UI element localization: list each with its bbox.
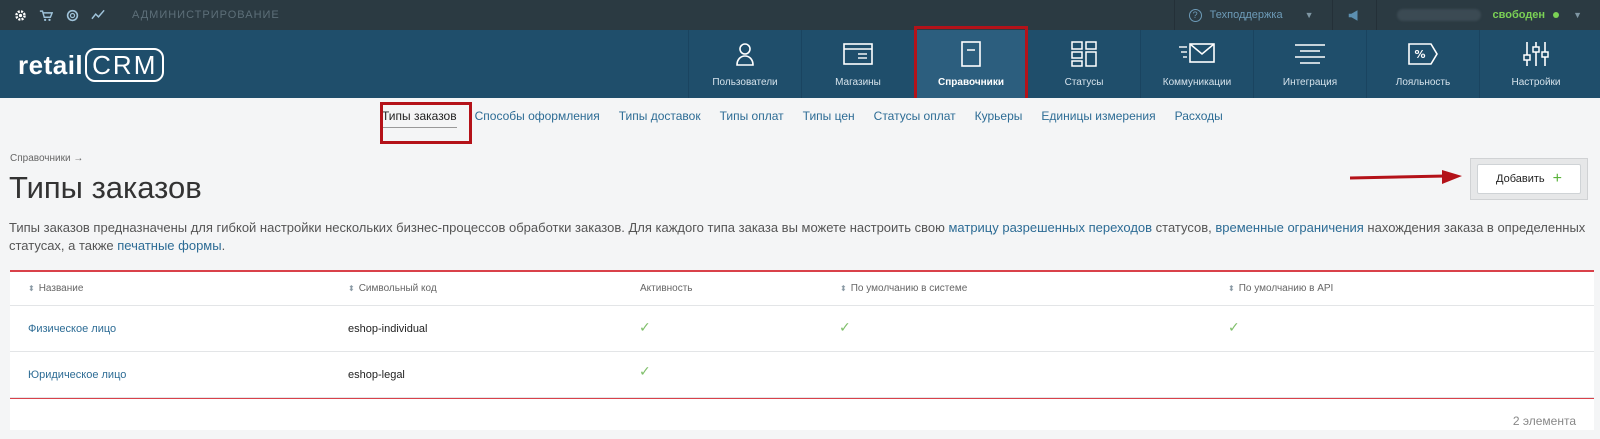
- logo-crm: CRM: [85, 48, 165, 82]
- table-header: ⬍ Название ⬍ Символьный код Активность ⬍ По…: [10, 272, 1594, 306]
- nav-integration[interactable]: Интеграция: [1253, 30, 1366, 98]
- desc-text: статусов,: [1152, 220, 1216, 235]
- settings-sliders-icon: [1522, 40, 1550, 68]
- order-types-table: ⬍ Название ⬍ Символьный код Активность ⬍ По…: [10, 270, 1594, 430]
- row-code: eshop-legal: [348, 369, 405, 381]
- tab-price-types[interactable]: Типы цен: [803, 109, 855, 128]
- sort-icon: ⬍: [28, 284, 35, 293]
- col-default-system-header[interactable]: ⬍ По умолчанию в системе: [840, 283, 967, 294]
- nav-label: Настройки: [1511, 77, 1561, 88]
- page-description: Типы заказов предназначены для гибкой на…: [9, 219, 1589, 255]
- tab-payment-types[interactable]: Типы оплат: [720, 109, 784, 128]
- nav-label: Справочники: [938, 77, 1004, 88]
- main-nav: Пользователи Магазины Справочники Статус…: [688, 30, 1592, 98]
- main-header: retail CRM Пользователи Магазины Справочн…: [0, 30, 1600, 98]
- breadcrumb[interactable]: Справочники →: [10, 153, 83, 164]
- col-name-header[interactable]: ⬍ Название: [28, 283, 83, 294]
- nav-communications[interactable]: Коммуникации: [1140, 30, 1253, 98]
- sort-icon: ⬍: [1228, 284, 1235, 293]
- nav-label: Коммуникации: [1162, 77, 1232, 88]
- topbar-right: ? Техподдержка ▼ свободен ▼: [1173, 0, 1600, 30]
- transitions-matrix-link[interactable]: матрицу разрешенных переходов: [948, 220, 1152, 235]
- add-button[interactable]: Добавить +: [1477, 164, 1581, 194]
- add-button-label: Добавить: [1496, 173, 1545, 185]
- add-button-wrapper: Добавить +: [1470, 158, 1588, 200]
- support-label: Техподдержка: [1209, 9, 1283, 21]
- col-label: Символьный код: [358, 283, 437, 294]
- question-icon: ?: [1188, 8, 1202, 22]
- svg-text:%: %: [1414, 48, 1425, 61]
- table-row[interactable]: Юридическое лицо eshop-legal ✓: [10, 352, 1594, 398]
- nav-statuses[interactable]: Статусы: [1027, 30, 1140, 98]
- sub-nav: Типы заказов Способы оформления Типы дос…: [0, 98, 1600, 136]
- gear-icon[interactable]: [10, 5, 30, 25]
- loyalty-icon: %: [1407, 40, 1439, 68]
- user-menu[interactable]: свободен ▼: [1377, 0, 1600, 30]
- user-icon: [734, 40, 756, 68]
- sort-icon: ⬍: [840, 284, 847, 293]
- desc-text: .: [221, 238, 226, 253]
- nav-stores[interactable]: Магазины: [801, 30, 914, 98]
- tab-delivery-types[interactable]: Типы доставок: [619, 109, 701, 128]
- check-icon: ✓: [1228, 319, 1240, 335]
- col-active-header: Активность: [640, 283, 693, 294]
- logo-text: retail: [18, 50, 84, 80]
- table-bottom-border: [10, 398, 1594, 399]
- reference-book-icon: [960, 40, 982, 68]
- row-code: eshop-individual: [348, 323, 428, 335]
- check-icon: ✓: [839, 319, 851, 335]
- user-status: свободен: [1492, 9, 1546, 21]
- col-code-header[interactable]: ⬍ Символьный код: [348, 283, 437, 294]
- col-label: По умолчанию в API: [1238, 283, 1334, 294]
- communications-icon: [1179, 40, 1215, 68]
- print-forms-link[interactable]: печатные формы: [117, 238, 221, 253]
- nav-users[interactable]: Пользователи: [688, 30, 801, 98]
- statuses-icon: [1071, 40, 1097, 68]
- retailcrm-logo[interactable]: retail CRM: [18, 48, 165, 82]
- time-limits-link[interactable]: временные ограничения: [1215, 220, 1363, 235]
- sort-icon: ⬍: [348, 284, 355, 293]
- support-lifebuoy-icon[interactable]: [62, 5, 82, 25]
- col-default-api-header[interactable]: ⬍ По умолчанию в API: [1228, 283, 1333, 294]
- user-name-blurred: [1396, 9, 1481, 21]
- nav-label: Интеграция: [1282, 77, 1338, 88]
- tab-units[interactable]: Единицы измерения: [1041, 109, 1155, 128]
- table-row[interactable]: Физическое лицо eshop-individual ✓ ✓ ✓: [10, 306, 1594, 352]
- top-utility-bar: АДМИНИСТРИРОВАНИЕ ? Техподдержка ▼ свобо…: [0, 0, 1600, 30]
- chevron-down-icon: ▼: [1573, 10, 1582, 20]
- check-icon: ✓: [639, 363, 651, 379]
- nav-label: Статусы: [1064, 77, 1104, 88]
- tab-payment-statuses[interactable]: Статусы оплат: [874, 109, 956, 128]
- status-dot-icon: [1553, 12, 1560, 18]
- admin-label[interactable]: АДМИНИСТРИРОВАНИЕ: [132, 9, 280, 21]
- nav-label: Лояльность: [1395, 77, 1451, 88]
- row-name-link[interactable]: Физическое лицо: [28, 323, 116, 335]
- nav-loyalty[interactable]: % Лояльность: [1366, 30, 1479, 98]
- tab-order-types[interactable]: Типы заказов: [382, 109, 457, 128]
- tab-checkout-methods[interactable]: Способы оформления: [475, 109, 600, 128]
- pointer-arrow-icon: [1350, 170, 1462, 184]
- megaphone-icon[interactable]: [1333, 0, 1377, 30]
- cart-icon[interactable]: [36, 5, 56, 25]
- analytics-icon[interactable]: [88, 5, 108, 25]
- nav-references[interactable]: Справочники: [914, 30, 1027, 98]
- integration-icon: [1294, 40, 1326, 68]
- desc-text: Типы заказов предназначены для гибкой на…: [9, 220, 949, 235]
- store-icon: [843, 40, 873, 68]
- col-label: Название: [38, 283, 84, 294]
- row-name-link[interactable]: Юридическое лицо: [28, 369, 126, 381]
- support-menu[interactable]: ? Техподдержка ▼: [1173, 0, 1333, 30]
- nav-label: Пользователи: [712, 77, 778, 88]
- plus-icon: +: [1552, 170, 1562, 187]
- nav-settings[interactable]: Настройки: [1479, 30, 1592, 98]
- quick-icons: АДМИНИСТРИРОВАНИЕ: [0, 5, 280, 25]
- tab-couriers[interactable]: Курьеры: [975, 109, 1023, 128]
- chevron-down-icon: ▼: [1304, 10, 1314, 20]
- page-title: Типы заказов: [9, 170, 202, 205]
- row-count: 2 элемента: [1512, 414, 1576, 428]
- nav-label: Магазины: [835, 77, 881, 88]
- tab-expenses[interactable]: Расходы: [1175, 109, 1223, 128]
- check-icon: ✓: [639, 319, 651, 335]
- col-label: По умолчанию в системе: [850, 283, 968, 294]
